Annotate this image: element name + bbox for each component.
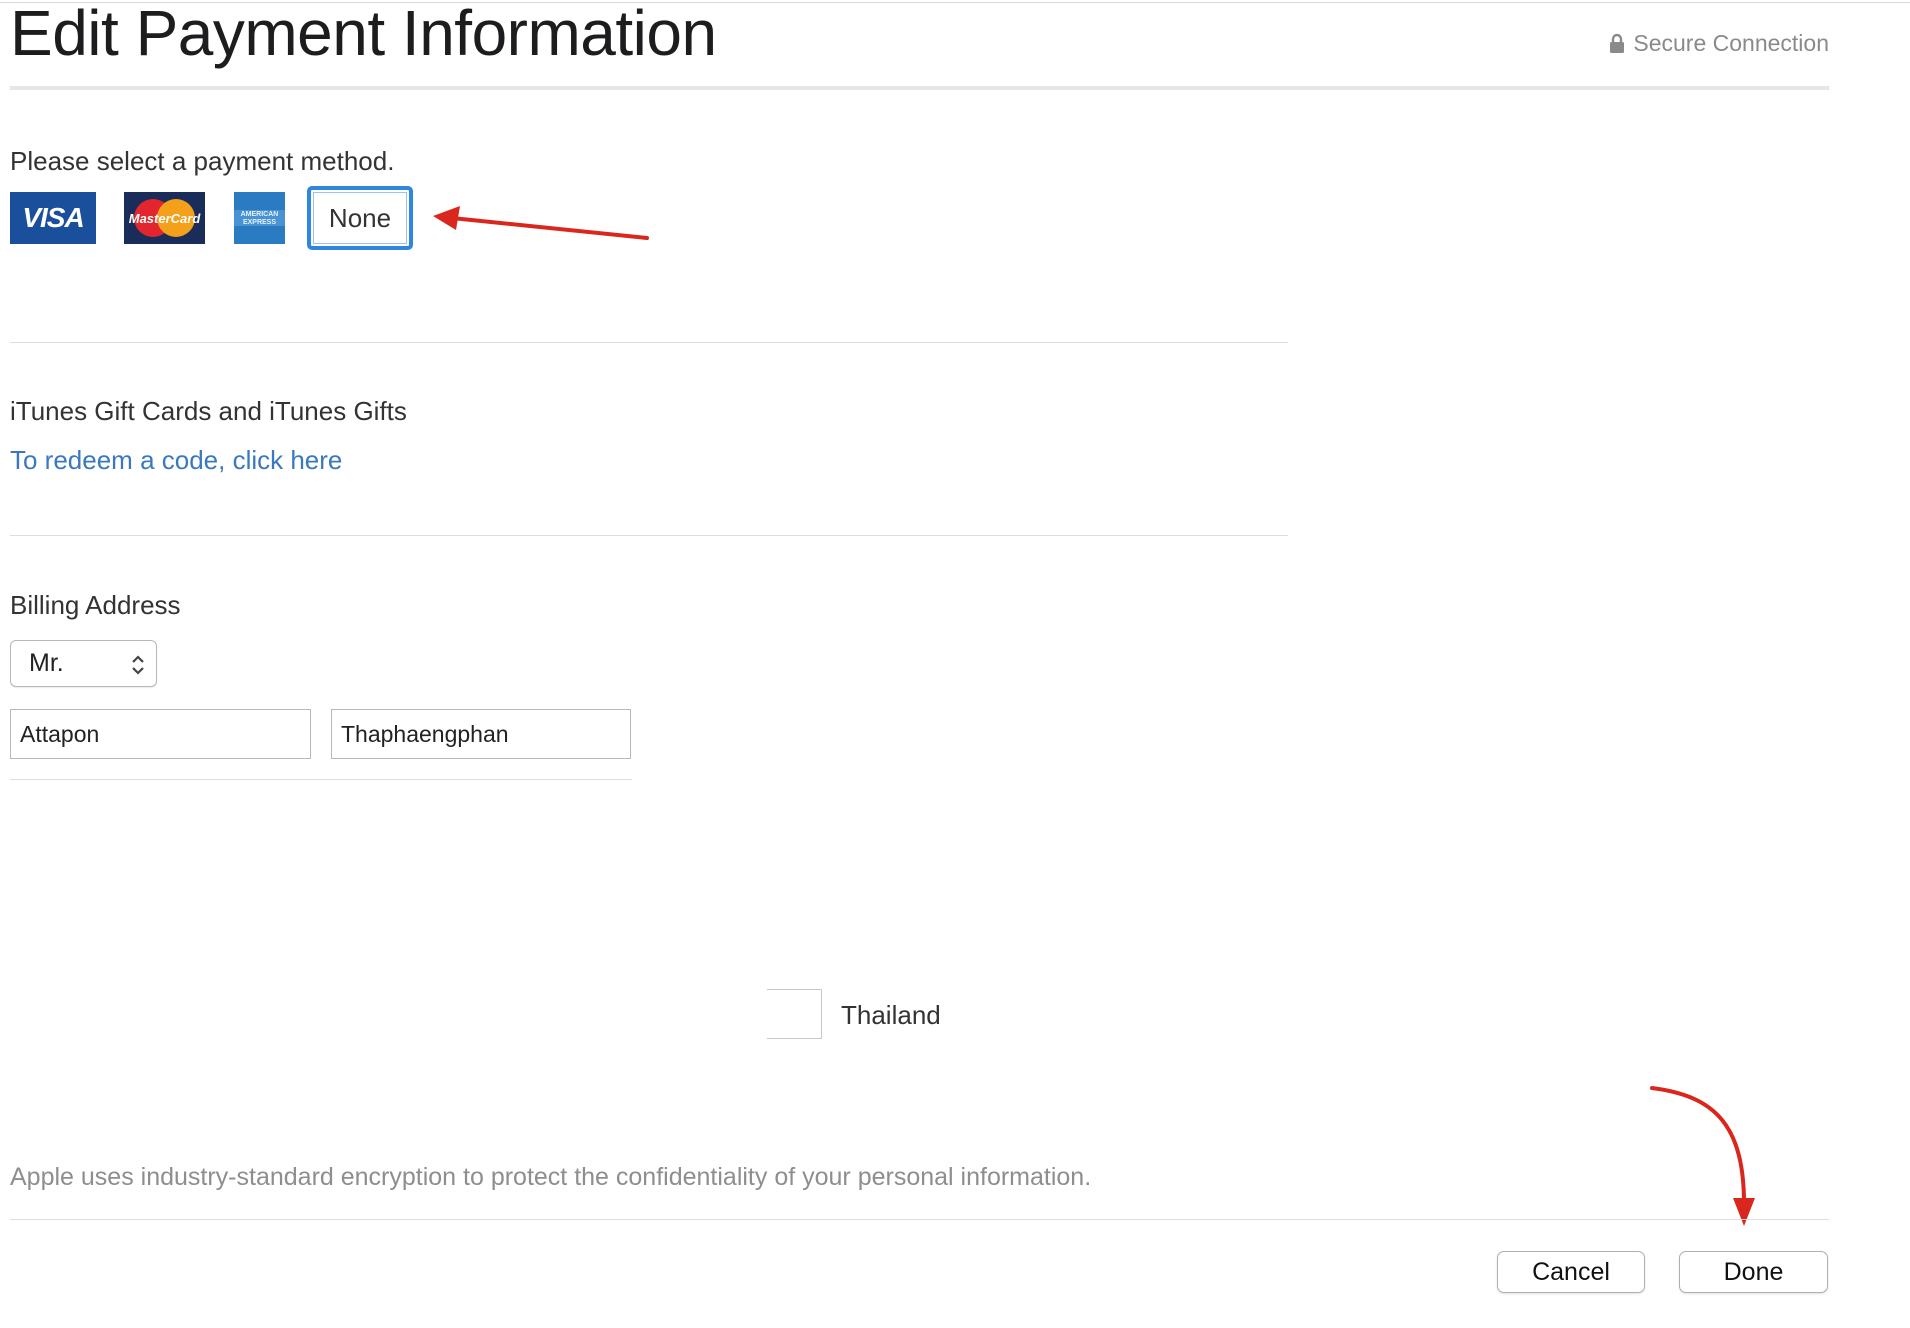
payment-option-amex[interactable]: AMERICAN EXPRESS	[234, 192, 285, 244]
payment-option-none[interactable]: None	[307, 186, 413, 250]
visa-logo: VISA	[22, 202, 84, 233]
redeem-code-link[interactable]: To redeem a code, click here	[10, 445, 342, 476]
amex-logo: AMERICAN EXPRESS	[234, 192, 285, 244]
payment-section-divider	[10, 342, 1288, 343]
footer-divider	[10, 1219, 1829, 1220]
encryption-note: Apple uses industry-standard encryption …	[10, 1163, 1092, 1191]
gift-section-divider	[10, 535, 1288, 536]
lock-icon	[1610, 33, 1625, 53]
payment-option-visa[interactable]: VISA	[10, 192, 96, 244]
salutation-value: Mr.	[29, 649, 64, 677]
annotation-arrow-left-icon	[433, 206, 649, 240]
gift-cards-heading: iTunes Gift Cards and iTunes Gifts	[10, 396, 407, 426]
svg-text:EXPRESS: EXPRESS	[243, 219, 276, 226]
payment-option-none-label: None	[328, 202, 392, 233]
page-title: Edit Payment Information	[10, 0, 717, 69]
secure-connection: Secure Connection	[1609, 30, 1829, 56]
annotation-arrow-down-icon	[1650, 1086, 1755, 1226]
country-select[interactable]	[767, 989, 822, 1039]
svg-text:AMERICAN: AMERICAN	[241, 211, 279, 218]
updown-chevron-icon	[132, 655, 144, 675]
country-value: Thailand	[841, 1000, 941, 1030]
salutation-select[interactable]: Mr.	[10, 640, 157, 687]
done-button[interactable]: Done	[1679, 1251, 1828, 1293]
cancel-button[interactable]: Cancel	[1497, 1251, 1645, 1293]
mastercard-logo: MasterCard	[129, 199, 202, 237]
last-name-field[interactable]	[331, 709, 631, 759]
billing-address-heading: Billing Address	[10, 590, 181, 620]
payment-method-prompt: Please select a payment method.	[10, 146, 395, 176]
name-divider	[10, 779, 632, 780]
payment-option-mastercard[interactable]: MasterCard	[124, 192, 205, 244]
first-name-field[interactable]	[10, 709, 311, 759]
header-divider	[10, 86, 1829, 90]
secure-connection-label: Secure Connection	[1633, 29, 1829, 56]
mastercard-wordmark: MasterCard	[129, 211, 202, 226]
